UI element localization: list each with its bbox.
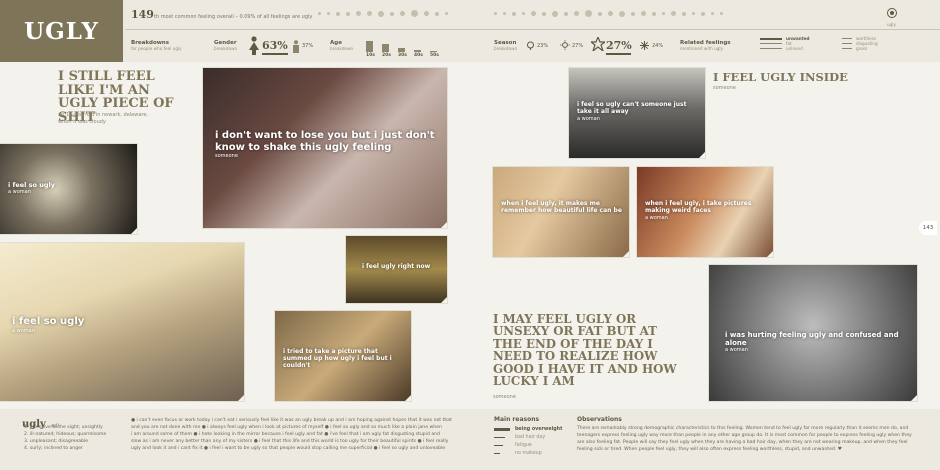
photo-small-attrib: a woman (8, 189, 31, 196)
observation-line: are also feeling fat. People will say th… (577, 440, 908, 446)
age-bar-40s: 40s (414, 36, 426, 60)
timeline-dots-left (318, 10, 448, 17)
winter-icon (640, 41, 649, 50)
age-label: 30s (398, 53, 407, 58)
summer-icon (560, 40, 570, 50)
quote-line: and you are not done with me ● i always … (131, 425, 442, 431)
related-col1: unwanted fat unloved (760, 36, 809, 51)
season-block: Season breakdown (494, 40, 518, 51)
definition-item: 3. unpleasant; disagreeable (24, 439, 89, 445)
summer-pct: 27% (572, 43, 584, 49)
spring-icon (527, 41, 534, 50)
right-headline1: I FEEL UGLY INSIDE (713, 70, 848, 84)
related-block: Related feelings mentioned with ugly (680, 40, 731, 51)
page-number: 143 (919, 221, 937, 235)
left-headline-attrib: an 18-year-old in newark, delaware, when… (58, 112, 148, 125)
age-bar-10s: 10s (366, 36, 378, 60)
photo-big[interactable]: i don't want to lose you but i just don'… (203, 68, 447, 228)
photo-face-attrib: a woman (12, 327, 35, 334)
reasons-list: being overweight bad hair day fatigue no ma… (494, 425, 562, 457)
feeling-title: UGLY (0, 0, 123, 62)
right-headline2: I MAY FEEL UGLY OR UNSEXY OR FAT BUT AT … (493, 312, 677, 388)
photo-top-caption: i feel so ugly can't someone just take i… (577, 101, 687, 115)
photo-top-attrib: a woman (577, 115, 600, 122)
photo-mid1[interactable]: when i feel ugly, it makes me remember h… (493, 167, 629, 257)
definition-item: 1. offensive to the sight; unsightly (24, 425, 103, 430)
age-bar-20s: 20s (382, 36, 394, 60)
photo-big-caption: i don't want to lose you but i just don'… (215, 130, 435, 153)
age-bar-30s: 30s (398, 36, 410, 60)
timeline-marker-icon[interactable] (887, 8, 897, 18)
reason-item[interactable]: no makeup (494, 449, 562, 457)
age-label: 40s (414, 53, 423, 58)
quote-line: i am around some of them ● i hate lookin… (131, 432, 440, 438)
photo-small[interactable]: i feel so ugly a woman (0, 144, 137, 234)
observation-line: There are remarkably strong demographic … (577, 426, 909, 431)
photo-guy-caption: i feel ugly right now (362, 263, 431, 270)
reason-bar (494, 444, 503, 446)
header-divider (125, 29, 940, 30)
timeline-dots-right (494, 10, 723, 17)
spring-pct: 23% (537, 43, 549, 49)
reason-item[interactable]: fatigue (494, 441, 562, 449)
age-chart: 10s 20s 30s 40s 50s (366, 36, 446, 60)
timeline-label: ugly (887, 22, 896, 27)
autumn-pct: 27% (606, 39, 632, 52)
photo-eye[interactable]: i was hurting feeling ugly and confused … (709, 265, 917, 401)
right-headline2-attrib: someone (493, 394, 516, 400)
photo-camera[interactable]: i tried to take a picture that summed up… (275, 311, 411, 401)
definition-item: 2. ill-natured; hideous; quarrelsome (24, 432, 107, 438)
age-bar-50s: 50s (430, 36, 442, 60)
age-label: 50s (430, 53, 439, 58)
quote-list: ● i can't even focus or work today i can… (131, 417, 475, 453)
observations-text: There are remarkably strong demographic … (577, 425, 922, 453)
female-underline (262, 53, 288, 55)
observation-line: teenagers express feeling ugly way more … (577, 433, 912, 439)
photo-face[interactable]: i feel so ugly a woman (0, 243, 244, 401)
age-label: 20s (382, 53, 391, 58)
rank-text: 149th most common feeling overall – 0.09… (131, 8, 313, 21)
photo-mid2[interactable]: when i feel ugly, i take pictures making… (637, 167, 773, 257)
quote-line: slow as i am never any better than any o… (131, 439, 449, 445)
photo-guy[interactable]: i feel ugly right now (346, 236, 447, 303)
related-item[interactable]: unloved (786, 46, 803, 51)
reason-item[interactable]: being overweight (494, 425, 562, 433)
reason-bar (494, 452, 500, 454)
photo-mid2-attrib: a woman (645, 214, 668, 221)
breakdowns-block: Breakdowns for people who feel ugly (131, 40, 182, 51)
reason-bar (494, 427, 510, 431)
autumn-icon (591, 37, 605, 51)
photo-eye-caption: i was hurting feeling ugly and confused … (725, 331, 899, 348)
female-icon (249, 36, 259, 55)
winter-pct: 24% (652, 43, 664, 49)
photo-camera-caption: i tried to take a picture that summed up… (283, 348, 392, 369)
right-headline1-attrib: someone (713, 85, 736, 91)
photo-mid1-caption: when i feel ugly, it makes me remember h… (501, 200, 622, 214)
reason-bar (494, 436, 505, 438)
female-pct: 63% (262, 39, 288, 52)
quote-line: ● i can't even focus or work today i can… (131, 418, 452, 423)
photo-small-caption: i feel so ugly (8, 181, 55, 189)
photo-mid2-caption: when i feel ugly, i take pictures making… (645, 200, 752, 214)
male-pct: 37% (302, 43, 314, 49)
quote-line: ugly and look it and i cant fix it ● i f… (131, 446, 446, 452)
observation-line: feeling sick or tired. When people feel … (577, 447, 842, 453)
photo-big-attrib: someone (215, 153, 238, 159)
definition-list: 1. offensive to the sight; unsightly 2. … (24, 424, 106, 452)
autumn-underline (606, 53, 631, 55)
gender-block: Gender breakdown (214, 40, 238, 51)
definition-item: 4. surly; inclined to anger (24, 446, 83, 452)
male-icon (293, 40, 299, 53)
reason-item[interactable]: bad hair day (494, 433, 562, 441)
related-item[interactable]: gross (856, 46, 867, 51)
photo-top-right[interactable]: i feel so ugly can't someone just take i… (569, 68, 705, 158)
reasons-title: Main reasons (494, 416, 540, 423)
related-col2: worthless disgusting gross (842, 36, 878, 51)
photo-face-caption: i feel so ugly (12, 316, 85, 327)
age-block: Age breakdown (330, 40, 354, 51)
age-label: 10s (366, 53, 375, 58)
photo-eye-attrib: a woman (725, 347, 748, 354)
observations-title: Observations (577, 416, 622, 423)
